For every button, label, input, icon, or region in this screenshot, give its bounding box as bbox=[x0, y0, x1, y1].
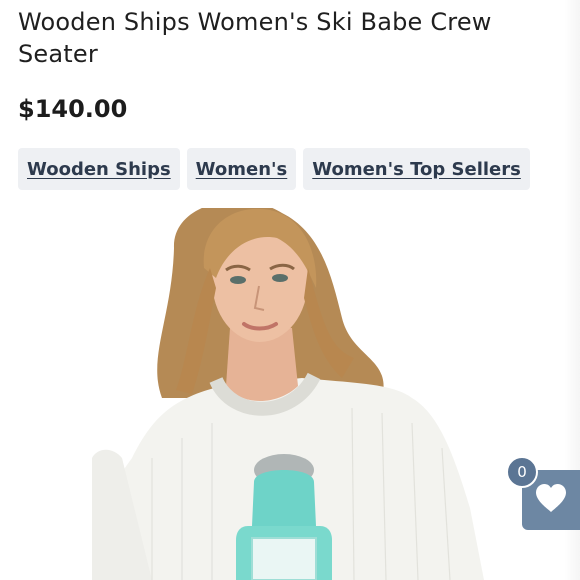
tag-womens-top-sellers[interactable]: Women's Top Sellers bbox=[303, 148, 530, 190]
product-image[interactable] bbox=[92, 208, 492, 580]
heart-icon bbox=[534, 483, 568, 517]
tag-womens[interactable]: Women's bbox=[186, 148, 297, 190]
wishlist-count-badge: 0 bbox=[506, 456, 538, 488]
product-price: $140.00 bbox=[18, 95, 128, 123]
collection-tags: Wooden Ships Women's Women's Top Sellers bbox=[18, 148, 530, 190]
product-title: Wooden Ships Women's Ski Babe Crew Seate… bbox=[18, 8, 492, 68]
tag-wooden-ships[interactable]: Wooden Ships bbox=[18, 148, 180, 190]
